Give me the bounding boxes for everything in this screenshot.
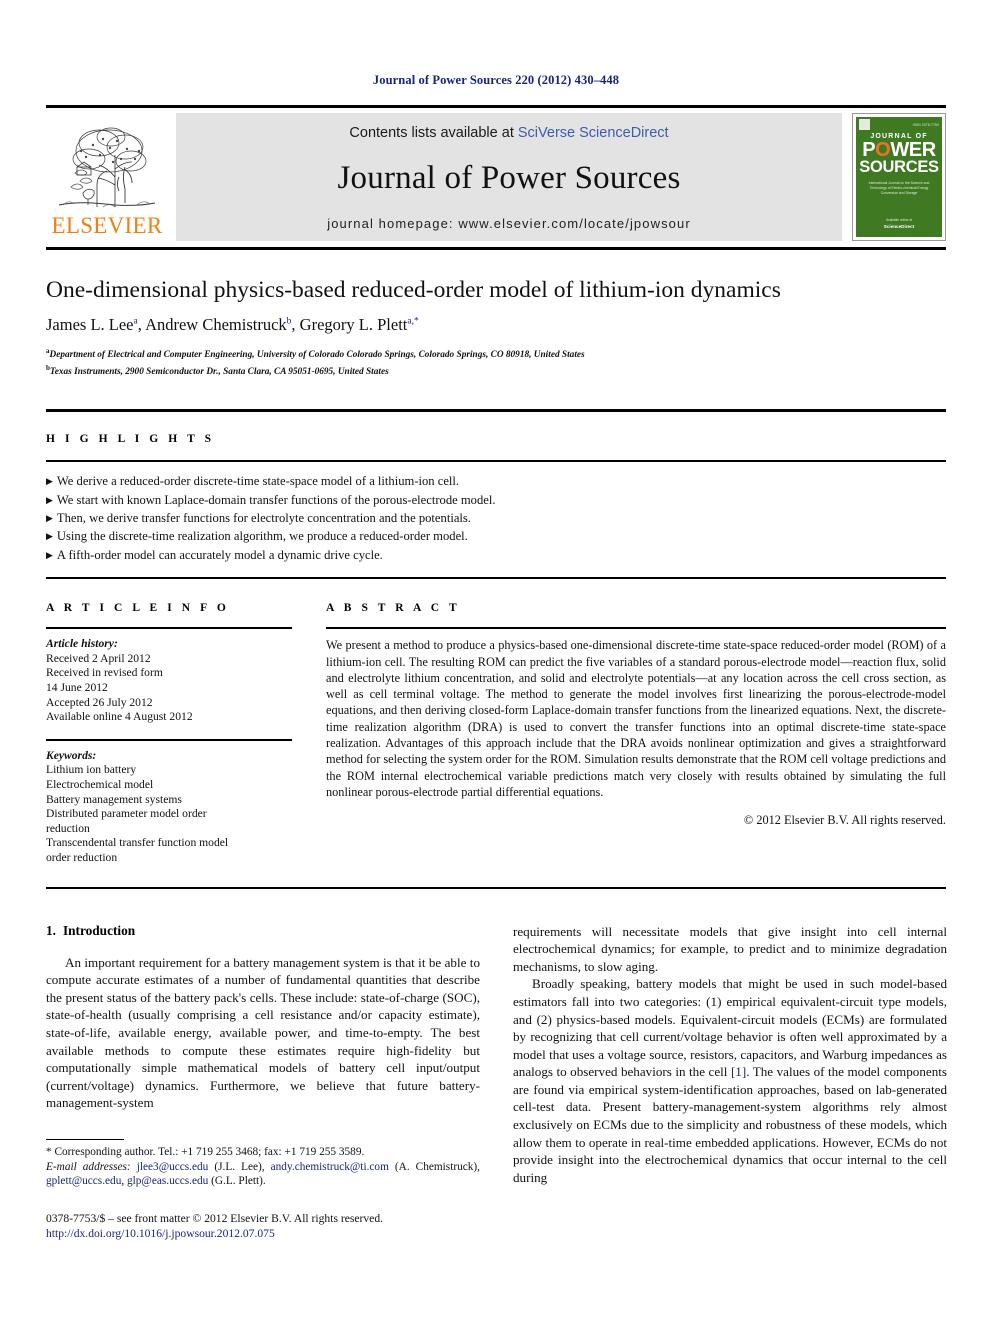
- article-history-label: Article history:: [46, 637, 118, 651]
- journal-masthead: ELSEVIER Contents lists available at Sci…: [46, 105, 946, 241]
- keywords-rule: Keywords: Lithium ion battery Electroche…: [46, 738, 292, 866]
- cover-foot-line-2: ScienceDirect: [883, 224, 915, 229]
- email-link-1[interactable]: jlee3@uccs.edu: [137, 1161, 209, 1173]
- title-block: One-dimensional physics-based reduced-or…: [46, 247, 946, 378]
- abstract-rule: We present a method to produce a physics…: [326, 627, 946, 828]
- affiliation-a: aDepartment of Electrical and Computer E…: [46, 345, 946, 362]
- triangle-bullet-icon: ▶: [46, 531, 53, 542]
- section-title: Introduction: [62, 922, 136, 938]
- keywords-label: Keywords:: [46, 748, 97, 762]
- article-info-column: A R T I C L E I N F O Article history: R…: [46, 602, 292, 865]
- keyword-line: Transcendental transfer function model: [46, 836, 229, 850]
- cover-sources-word: SOURCES: [859, 158, 939, 176]
- history-line: Received in revised form: [46, 666, 163, 680]
- email-addresses-note: E-mail addresses: jlee3@uccs.edu (J.L. L…: [46, 1160, 480, 1189]
- affiliation-text-b: Texas Instruments, 2900 Semiconductor Dr…: [49, 366, 389, 377]
- journal-banner: Contents lists available at SciVerse Sci…: [176, 113, 842, 241]
- triangle-bullet-icon: ▶: [46, 513, 53, 523]
- highlight-text: Then, we derive transfer functions for e…: [56, 511, 471, 525]
- author-list: James L. Leea, Andrew Chemistruckb, Greg…: [46, 315, 419, 334]
- highlights-section: H I G H L I G H T S ▶ We derive a reduced…: [46, 409, 946, 580]
- issn-copyright-block: 0378-7753/$ – see front matter © 2012 El…: [46, 1211, 480, 1241]
- elsevier-wordmark: ELSEVIER: [51, 213, 163, 238]
- body-column-right: requirements will necessitate models tha…: [513, 923, 947, 1187]
- keyword-line: Distributed parameter model order: [46, 807, 207, 821]
- history-line: Received 2 April 2012: [46, 651, 151, 665]
- keywords-block: Keywords: Lithium ion battery Electroche…: [46, 749, 292, 866]
- journal-homepage-link[interactable]: journal homepage: www.elsevier.com/locat…: [327, 216, 691, 231]
- intro-paragraph-right-2: Broadly speaking, battery models that mi…: [513, 975, 947, 1186]
- intro-paragraph-left: An important requirement for a battery m…: [46, 954, 480, 1111]
- article-title: One-dimensional physics-based reduced-or…: [46, 277, 781, 303]
- keyword-line: Lithium ion battery: [46, 763, 137, 777]
- highlight-item: ▶ Then, we derive transfer functions for …: [46, 510, 946, 528]
- highlights-heading: H I G H L I G H T S: [46, 433, 215, 446]
- contents-line: Contents lists available at SciVerse Sci…: [349, 125, 668, 141]
- cover-power-word: POWER: [862, 139, 936, 161]
- paper-page: Journal of Power Sources 220 (2012) 430–…: [0, 0, 992, 1323]
- highlight-text: Using the discrete-time realization algo…: [56, 529, 468, 544]
- highlight-text: We derive a reduced-order discrete-time …: [56, 474, 460, 489]
- history-line: 14 June 2012: [46, 681, 108, 694]
- journal-cover-thumbnail: ISSN 0378-7753 JOURNAL OF POWER SOURCES …: [852, 113, 946, 241]
- sciencedirect-link[interactable]: SciVerse ScienceDirect: [518, 125, 669, 141]
- triangle-bullet-icon: ▶: [46, 549, 53, 560]
- triangle-bullet-icon: ▶: [46, 494, 53, 505]
- elsevier-logo: ELSEVIER: [46, 113, 168, 241]
- affiliation-text-a: Department of Electrical and Computer En…: [49, 350, 585, 361]
- running-head: Journal of Power Sources 220 (2012) 430–…: [372, 73, 620, 87]
- highlight-item: ▶ We derive a reduced-order discrete-time…: [46, 473, 946, 491]
- journal-title: Journal of Power Sources: [337, 160, 681, 196]
- cover-issn: ISSN 0378-7753: [912, 122, 939, 127]
- triangle-bullet-icon: ▶: [46, 476, 53, 487]
- corresponding-author-note: * Corresponding author. Tel.: +1 719 255…: [46, 1146, 365, 1158]
- highlights-list: ▶ We derive a reduced-order discrete-time…: [46, 462, 946, 577]
- keyword-line: order reduction: [46, 850, 118, 864]
- email-link-4[interactable]: glp@eas.uccs.edu: [127, 1175, 208, 1187]
- keyword-line: reduction: [46, 821, 90, 835]
- section-heading-introduction: 1. Introduction: [46, 923, 480, 939]
- keyword-line: Battery management systems: [46, 792, 182, 806]
- abstract-copyright: © 2012 Elsevier B.V. All rights reserved…: [743, 813, 946, 828]
- highlight-text: We start with known Laplace-domain trans…: [56, 492, 496, 507]
- email-link-2[interactable]: andy.chemistruck@ti.com: [271, 1161, 389, 1173]
- article-info-heading: A R T I C L E I N F O: [46, 602, 230, 615]
- section-number: 1.: [46, 922, 56, 938]
- abstract-body: We present a method to produce a physics…: [326, 638, 946, 799]
- highlight-text: A fifth-order model can accurately model…: [56, 547, 383, 562]
- highlight-item: ▶ A fifth-order model can accurately mode…: [46, 547, 946, 565]
- abstract-closing-rule: [46, 886, 946, 889]
- cover-elsevier-mark-icon: [859, 119, 870, 130]
- abstract-heading: A B S T R A C T: [326, 602, 461, 615]
- abstract-column: A B S T R A C T We present a method to p…: [326, 602, 946, 865]
- contents-prefix: Contents lists available at: [349, 125, 518, 141]
- email-link-3[interactable]: gplett@uccs.edu: [46, 1175, 121, 1187]
- email-owner-4: (G.L. Plett).: [208, 1175, 266, 1188]
- elsevier-tree-icon: [53, 115, 161, 213]
- info-abstract-row: A R T I C L E I N F O Article history: R…: [46, 579, 946, 865]
- doi-link[interactable]: http://dx.doi.org/10.1016/j.jpowsour.201…: [46, 1226, 480, 1241]
- cover-subtitle: International Journal on the Science and…: [868, 181, 930, 195]
- highlight-item: ▶ We start with known Laplace-domain tran…: [46, 492, 946, 510]
- footnote-rule: [46, 1139, 124, 1140]
- email-label: E-mail addresses:: [46, 1160, 131, 1173]
- article-history-block: Article history: Received 2 April 2012 R…: [46, 637, 292, 725]
- keyword-line: Electrochemical model: [46, 777, 154, 791]
- email-owner-2: (A. Chemistruck),: [388, 1160, 480, 1173]
- intro-paragraph-right-1: requirements will necessitate models tha…: [513, 923, 947, 974]
- issn-line: 0378-7753/$ – see front matter © 2012 El…: [46, 1211, 384, 1225]
- highlight-item: ▶ Using the discrete-time realization alg…: [46, 528, 946, 546]
- history-line: Accepted 26 July 2012: [46, 695, 153, 709]
- intro-right-2-b: . The values of the model components are…: [513, 1064, 947, 1185]
- affiliation-b: bTexas Instruments, 2900 Semiconductor D…: [46, 362, 946, 379]
- cover-foot-line-1: Available online at: [886, 218, 912, 222]
- footnote-block: * Corresponding author. Tel.: +1 719 255…: [46, 1139, 480, 1241]
- email-owner-1: (J.L. Lee),: [208, 1160, 271, 1173]
- history-line: Available online 4 August 2012: [46, 710, 193, 724]
- citation-ref-1[interactable]: [1]: [731, 1064, 746, 1079]
- article-info-rule: Article history: Received 2 April 2012 R…: [46, 627, 292, 725]
